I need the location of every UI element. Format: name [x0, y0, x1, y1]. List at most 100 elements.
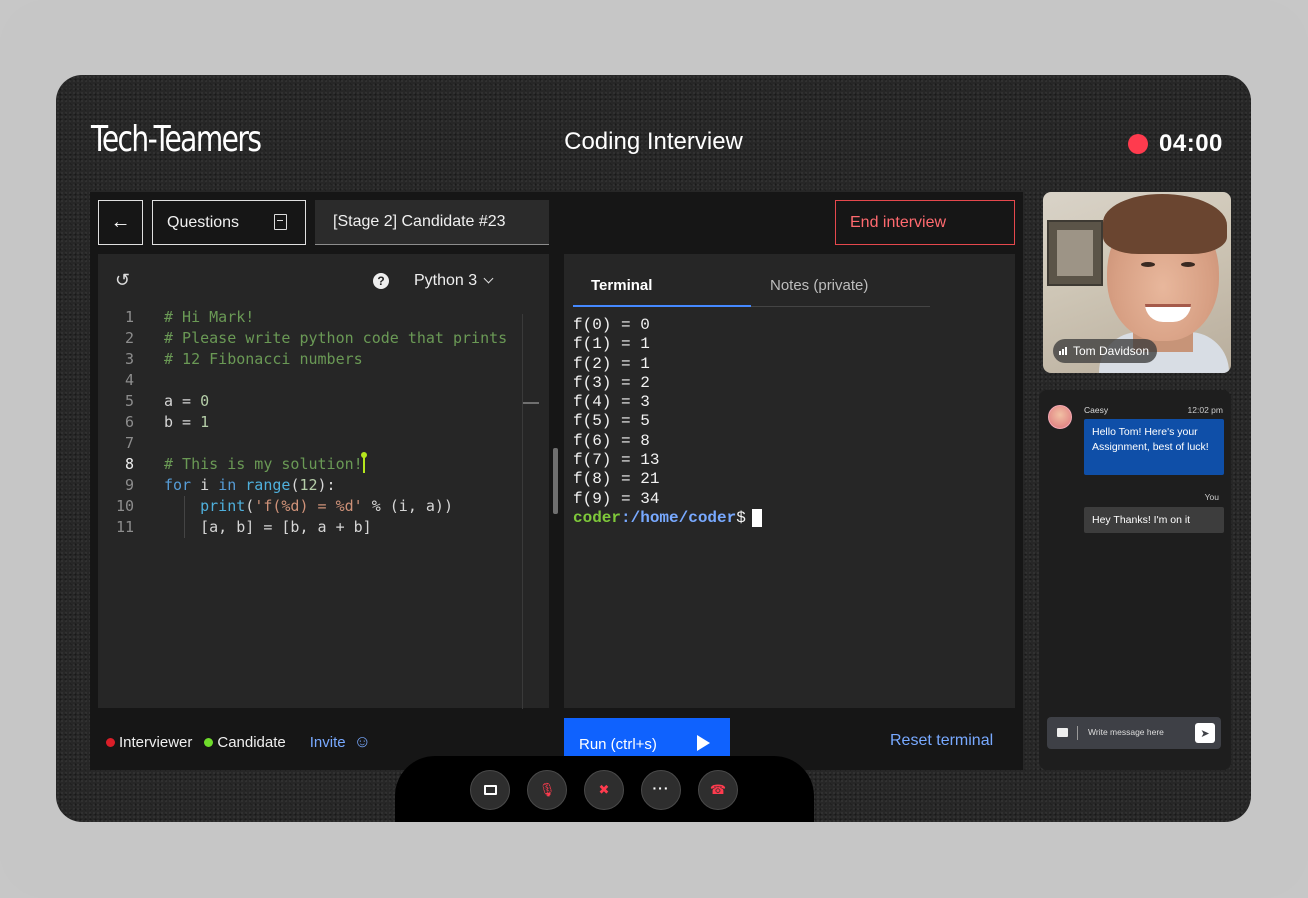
code-text: print('f(%d) = %d' % (i, a)) [200, 497, 453, 515]
terminal-line: f(6) = 8 [573, 431, 650, 450]
code-line[interactable]: 3 # 12 Fibonacci numbers [98, 349, 528, 370]
hang-up-icon: ☎ [709, 782, 727, 797]
code-line[interactable]: 9 for i in range(12): [98, 475, 528, 496]
hang-up-button[interactable]: ☎ [698, 770, 738, 810]
line-number: 5 [124, 392, 134, 410]
terminal-line: f(3) = 2 [573, 373, 650, 392]
avatar [1048, 405, 1072, 429]
share-screen-button[interactable] [470, 770, 510, 810]
play-icon [697, 735, 710, 751]
run-label: Run (ctrl+s) [579, 735, 657, 753]
terminal-line: f(7) = 13 [573, 451, 660, 470]
line-number: 11 [115, 518, 134, 536]
line-number: 4 [124, 371, 134, 389]
code-line[interactable]: 11 [a, b] = [b, a + b] [98, 517, 528, 538]
send-icon: ➤ [1200, 727, 1210, 740]
input-divider [1077, 726, 1078, 740]
terminal-line: f(2) = 1 [573, 354, 650, 373]
send-button[interactable]: ➤ [1195, 723, 1215, 743]
chat-message-outgoing: Hey Thanks! I'm on it [1084, 507, 1224, 533]
line-number: 2 [124, 329, 134, 347]
prompt-user: coder [573, 509, 622, 528]
chat-sender-name: Caesy [1084, 405, 1109, 415]
chat-message-incoming: Hello Tom! Here's your Assignment, best … [1084, 419, 1224, 475]
code-text: [a, b] = [b, a + b] [164, 518, 372, 536]
invite-link[interactable]: Invite ☺ [310, 732, 371, 752]
back-button[interactable]: ← [98, 200, 143, 245]
prompt-path: :/home/coder [621, 509, 737, 528]
code-line[interactable]: 5 a = 0 [98, 391, 528, 412]
language-select[interactable]: Python 3 [414, 272, 494, 290]
reset-terminal-link[interactable]: Reset terminal [890, 732, 993, 750]
terminal-prompt[interactable]: coder:/home/coder$ [573, 508, 762, 528]
participant-name: Tom Davidson [1073, 344, 1150, 358]
tab-notes[interactable]: Notes (private) [751, 274, 930, 307]
text-cursor [360, 452, 367, 473]
signal-strength-icon [1059, 347, 1067, 355]
terminal-output: f(0) = 0 f(1) = 1 f(2) = 1 f(3) = 2 f(4) = 3… [573, 316, 762, 528]
interview-timer: 04:00 [1159, 130, 1223, 157]
code-line[interactable]: 6 b = 1 [98, 412, 528, 433]
workspace-panel: ← Questions [Stage 2] Candidate #23 End … [90, 192, 1023, 770]
questions-button[interactable]: Questions [152, 200, 306, 245]
add-person-icon: ☺ [353, 732, 371, 751]
page-title: Coding Interview [564, 128, 743, 155]
mute-button[interactable]: 🎙 [527, 770, 567, 810]
code-text: a = 0 [164, 392, 210, 410]
terminal-line: f(9) = 34 [573, 489, 660, 508]
line-number: 3 [124, 350, 134, 368]
image-icon[interactable] [1057, 728, 1068, 737]
video-eye-left [1141, 262, 1155, 267]
end-interview-button[interactable]: End interview [835, 200, 1015, 245]
stage-tab[interactable]: [Stage 2] Candidate #23 [315, 200, 549, 245]
line-number: 6 [124, 413, 134, 431]
chat-message-input[interactable]: Write message here [1088, 727, 1164, 737]
line-number: 8 [124, 455, 134, 473]
help-icon[interactable]: ? [373, 273, 389, 289]
screen-icon [483, 785, 497, 795]
recording-indicator-icon [1128, 134, 1148, 154]
tab-terminal[interactable]: Terminal [573, 274, 751, 307]
code-line[interactable]: 1 # Hi Mark! [98, 307, 528, 328]
mic-off-icon: 🎙 [538, 782, 556, 797]
candidate-label: Candidate [217, 733, 286, 751]
terminal-line: f(8) = 21 [573, 470, 660, 489]
code-line[interactable]: 10 print('f(%d) = %d' % (i, a)) [98, 496, 528, 517]
chat-panel: Caesy 12:02 pm Hello Tom! Here's your As… [1039, 390, 1231, 770]
chat-input-bar[interactable]: Write message here ➤ [1047, 717, 1221, 749]
pane-resize-handle[interactable] [553, 448, 558, 514]
terminal-cursor [751, 508, 762, 527]
minimap-marker [523, 402, 539, 404]
video-hair [1103, 194, 1227, 254]
invite-label: Invite [309, 733, 346, 751]
video-eye-right [1181, 262, 1195, 267]
interviewer-dot-icon [106, 737, 115, 747]
book-icon [274, 214, 287, 230]
code-line[interactable]: 2 # Please write python code that prints [98, 328, 528, 349]
line-number: 10 [115, 497, 134, 515]
undo-icon[interactable]: ↺ [115, 270, 130, 291]
chevron-down-icon [483, 273, 494, 284]
chat-timestamp: 12:02 pm [1187, 405, 1223, 415]
chat-you-label: You [1204, 492, 1219, 502]
language-value: Python 3 [414, 272, 478, 289]
terminal-panel[interactable]: Terminal Notes (private) f(0) = 0 f(1) = … [564, 254, 1015, 708]
code-line[interactable]: 4 [98, 370, 528, 391]
candidate-dot-icon [204, 737, 214, 747]
participant-video: Tom Davidson [1043, 192, 1231, 373]
code-text: # 12 Fibonacci numbers [164, 350, 363, 368]
code-editor[interactable]: ↺ ? Python 3 1 # Hi Mark! 2 # Please write … [98, 254, 549, 709]
arrow-left-icon: ← [110, 211, 131, 233]
code-line[interactable]: 8 # This is my solution! [98, 452, 528, 475]
background-picture [1047, 220, 1103, 286]
terminal-line: f(5) = 5 [573, 412, 650, 431]
terminal-line: f(0) = 0 [573, 316, 650, 334]
more-options-button[interactable]: ··· [641, 770, 681, 810]
code-text: b = 1 [164, 413, 210, 431]
terminal-line: f(1) = 1 [573, 335, 650, 354]
code-text: # This is my solution! [164, 452, 367, 473]
more-icon: ··· [652, 780, 670, 796]
code-line[interactable]: 7 [98, 433, 528, 454]
code-lines[interactable]: 1 # Hi Mark! 2 # Please write python code t… [98, 307, 528, 538]
camera-button[interactable]: ✖ [584, 770, 624, 810]
